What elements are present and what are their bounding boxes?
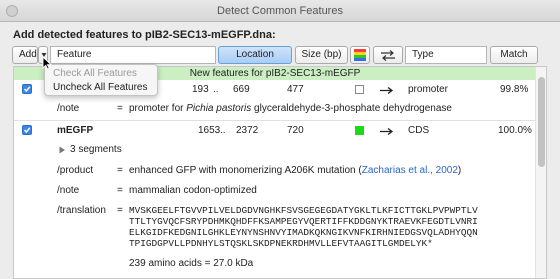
feature-type: CDS [408, 125, 430, 136]
checkmark-icon [23, 127, 31, 134]
amino-acid-summary: 239 amino acids = 27.0 kDa [129, 258, 254, 269]
feature-column-label: Feature [57, 49, 92, 60]
feature-color-swatch[interactable] [355, 85, 364, 94]
note-organism: Pichia pastoris [186, 103, 252, 114]
equals-sign: = [117, 103, 123, 114]
scrollbar-thumb[interactable] [538, 77, 545, 167]
translation-line: ELKGIDFKEDGNILGHKLEYNYNSHNVYIMADKQKNGIKV… [129, 227, 478, 238]
equals-sign: = [117, 185, 123, 196]
forward-arrow-icon [380, 128, 394, 135]
add-button[interactable]: Add [12, 46, 38, 64]
translation-key: /translation [57, 205, 106, 216]
feature-name: mEGFP [57, 125, 94, 136]
feature-type: promoter [408, 84, 449, 95]
dialog-heading: Add detected features to pIB2-SEC13-mEGF… [13, 29, 276, 41]
location-column-label: Location [236, 49, 274, 60]
feature-size: 477 [287, 84, 304, 95]
translation-line: TPIGDGPVLLPDNHYLSTQSKLSKDPNEKRDHMVLLEFVT… [129, 238, 433, 249]
feature-start: 1653 [198, 125, 221, 136]
equals-sign: = [117, 165, 123, 176]
translation-line: MVSKGEELFTGVVPILVELDGDVNGHKFSVSGEGEGDATY… [129, 205, 478, 216]
feature-column-header[interactable]: Feature [50, 46, 216, 64]
note-prefix: promoter for [129, 103, 187, 114]
product-close: ) [457, 165, 462, 176]
segments-label: 3 segments [70, 144, 122, 155]
feature-color-swatch[interactable] [355, 126, 364, 135]
feature-end: 669 [233, 84, 250, 95]
vertical-scrollbar[interactable] [535, 67, 546, 278]
check-all-features-item[interactable]: Check All Features [45, 67, 157, 81]
forward-arrow-icon [380, 87, 394, 94]
mouse-cursor-icon [42, 56, 52, 70]
feature-end: 2372 [236, 125, 259, 136]
feature-match: 100.0% [498, 125, 532, 136]
window-title: Detect Common Features [217, 5, 343, 17]
note-value: promoter for Pichia pastoris glyceraldeh… [129, 103, 452, 114]
product-value: enhanced GFP with monomerizing A206K mut… [129, 165, 461, 176]
color-column-header[interactable] [350, 46, 370, 64]
add-dropdown-menu: Check All Features Uncheck All Features [44, 64, 158, 96]
add-button-label: Add [19, 49, 37, 60]
note-key: /note [57, 185, 80, 196]
type-column-label: Type [412, 49, 434, 60]
feature-start: 193 [192, 84, 209, 95]
note-value: mammalian codon-optimized [129, 185, 257, 196]
match-column-label: Match [500, 49, 528, 60]
note-suffix: glyceraldehyde-3-phosphate dehydrogenase [251, 103, 452, 114]
direction-column-header[interactable] [373, 46, 403, 64]
range-dots: .. [220, 125, 226, 136]
match-column-header[interactable]: Match [490, 46, 538, 64]
range-dots: .. [213, 84, 219, 95]
citation-link[interactable]: Zacharias et al., 2002 [362, 165, 458, 176]
feature-size: 720 [287, 125, 304, 136]
feature-checkbox-promoter[interactable] [22, 84, 32, 94]
product-text: enhanced GFP with monomerizing A206K mut… [129, 165, 362, 176]
product-key: /product [57, 165, 94, 176]
note-key: /note [57, 103, 80, 114]
location-column-header[interactable]: Location [218, 46, 292, 64]
swap-arrows-icon [381, 50, 395, 61]
row-divider [14, 120, 536, 121]
color-swatch-icon [354, 49, 366, 61]
feature-match: 99.8% [500, 84, 529, 95]
feature-checkbox-megfp[interactable] [22, 125, 32, 135]
close-window-icon[interactable] [6, 5, 18, 17]
equals-sign: = [117, 205, 123, 216]
size-column-header[interactable]: Size (bp) [295, 46, 348, 64]
uncheck-all-features-item[interactable]: Uncheck All Features [45, 81, 157, 95]
window-titlebar: Detect Common Features [0, 0, 560, 22]
type-column-header[interactable]: Type [405, 46, 487, 64]
features-table: New features for pIB2-SEC13-mEGFP 193 ..… [13, 66, 547, 279]
disclosure-triangle-icon[interactable] [59, 146, 66, 154]
checkmark-icon [23, 86, 31, 93]
translation-line: TTLTYGVQCFSRYPDHMKQHDFFKSAMPEGYVQERTIFFK… [129, 216, 478, 227]
size-column-label: Size (bp) [301, 49, 342, 60]
